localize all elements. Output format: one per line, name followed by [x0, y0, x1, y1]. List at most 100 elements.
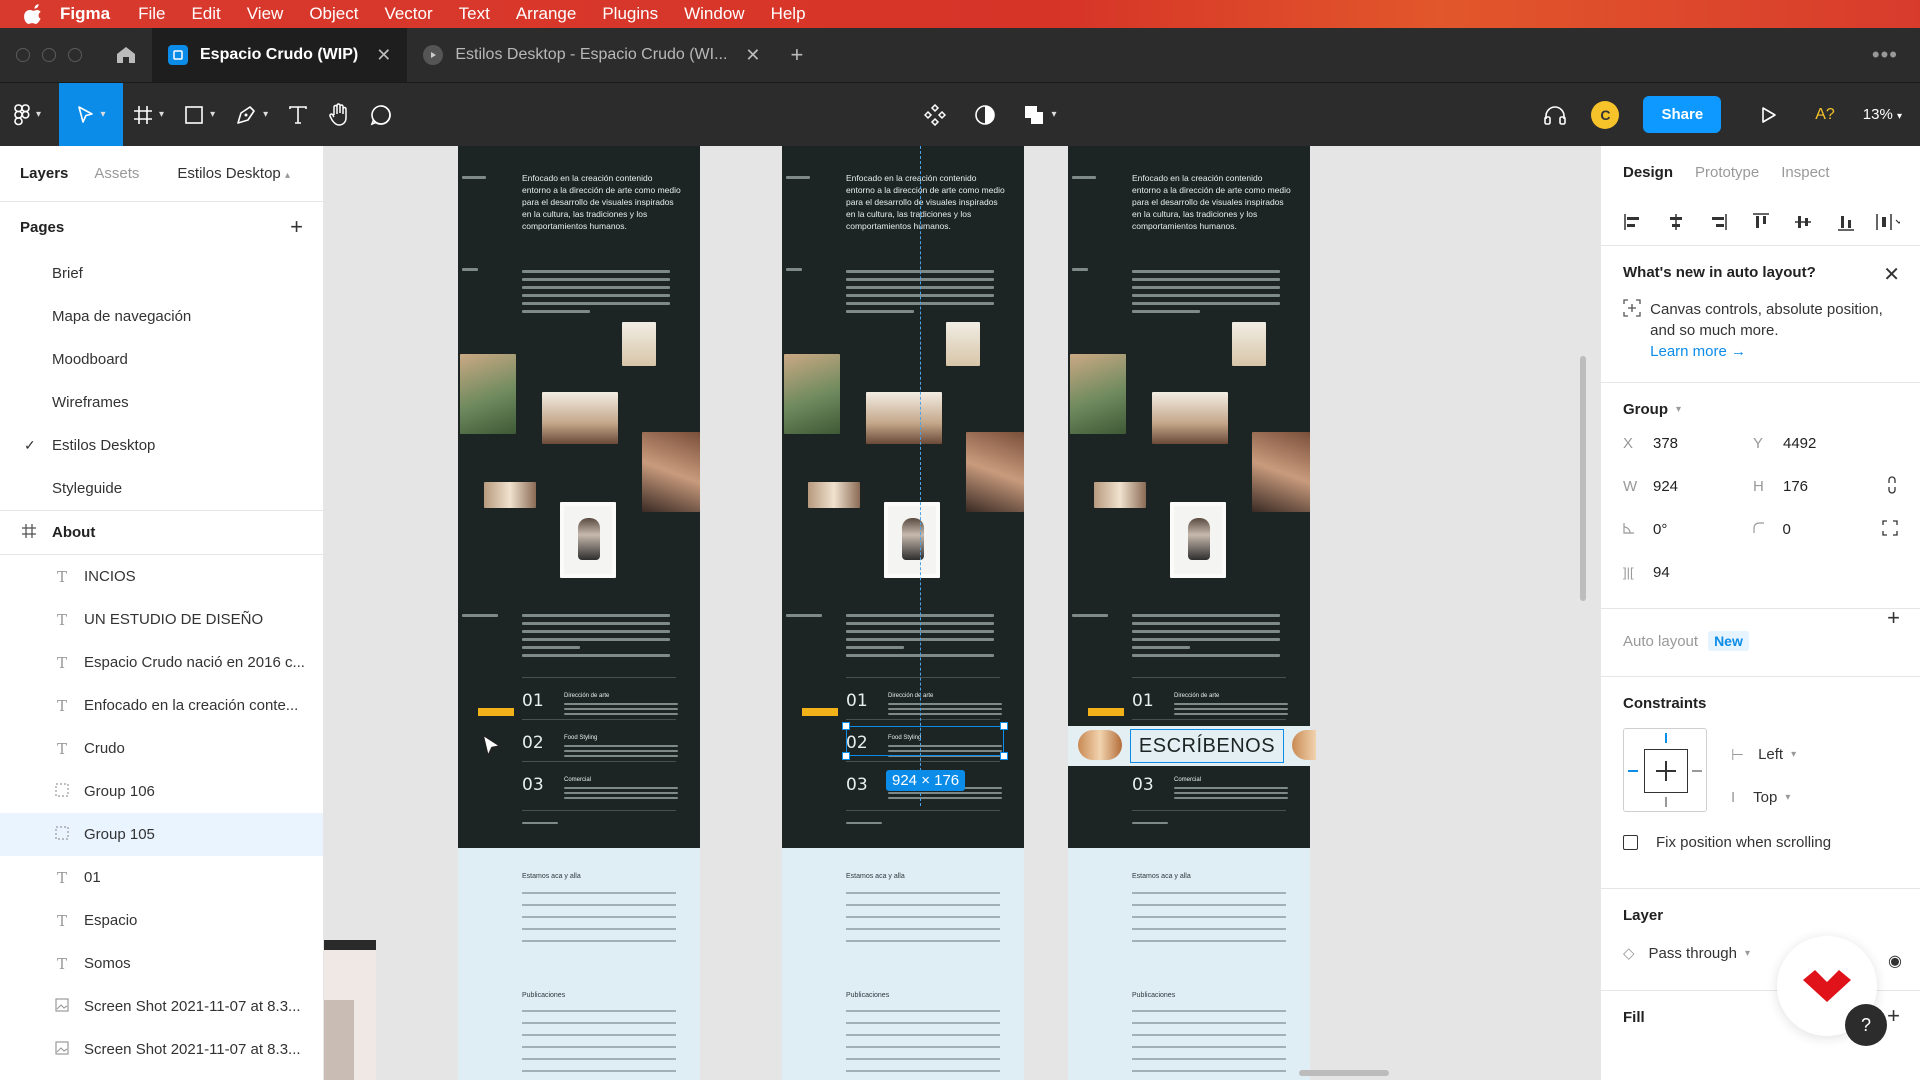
resize-handle[interactable]	[1000, 752, 1008, 760]
minimize-window-button[interactable]	[42, 48, 56, 62]
constraints-widget[interactable]	[1623, 728, 1707, 812]
resize-handle[interactable]	[1000, 722, 1008, 730]
page-item-brief[interactable]: Brief	[0, 252, 323, 295]
selection-box[interactable]	[846, 726, 1004, 756]
close-window-button[interactable]	[16, 48, 30, 62]
zoom-window-button[interactable]	[68, 48, 82, 62]
cta-button[interactable]: ESCRÍBENOS	[1130, 729, 1284, 763]
menu-figma[interactable]: Figma	[60, 4, 110, 24]
menu-object[interactable]: Object	[309, 4, 358, 24]
menu-text[interactable]: Text	[459, 4, 490, 24]
align-vertical-center-icon[interactable]	[1791, 210, 1815, 234]
home-button[interactable]	[100, 28, 152, 82]
boolean-button[interactable]: ▾	[1010, 83, 1070, 147]
horizontal-constraint-dropdown[interactable]: ⊢ Left ▾	[1731, 733, 1796, 776]
y-field[interactable]: Y 4492	[1753, 435, 1883, 452]
add-page-icon[interactable]: +	[290, 214, 303, 240]
tab-assets[interactable]: Assets	[94, 165, 139, 182]
fix-position-row[interactable]: Fix position when scrolling	[1623, 834, 1898, 851]
horizontal-scrollbar[interactable]	[1299, 1070, 1389, 1076]
align-horizontal-center-icon[interactable]	[1664, 210, 1688, 234]
add-fill-icon[interactable]: +	[1887, 1003, 1900, 1029]
menu-arrange[interactable]: Arrange	[516, 4, 576, 24]
layer-item[interactable]: T Somos	[0, 942, 323, 985]
menu-plugins[interactable]: Plugins	[602, 4, 658, 24]
audio-button[interactable]	[1533, 83, 1577, 147]
align-left-icon[interactable]	[1621, 210, 1645, 234]
radius-field[interactable]: 0	[1752, 521, 1883, 538]
layer-item[interactable]: Screen Shot 2021-11-07 at 8.3...	[0, 985, 323, 1028]
menu-edit[interactable]: Edit	[191, 4, 220, 24]
share-button[interactable]: Share	[1643, 96, 1722, 133]
close-icon[interactable]: ✕	[1883, 262, 1900, 287]
menu-help[interactable]: Help	[771, 4, 806, 24]
vertical-constraint-dropdown[interactable]: I Top ▾	[1731, 776, 1796, 819]
rotation-field[interactable]: 0°	[1623, 521, 1753, 538]
close-tab-icon[interactable]: ✕	[745, 45, 760, 66]
w-field[interactable]: W 924	[1623, 478, 1753, 495]
eye-icon[interactable]: ◉	[1888, 951, 1902, 971]
group-header[interactable]: Group ▾	[1623, 401, 1898, 418]
theme-button[interactable]	[960, 83, 1010, 147]
layer-item[interactable]: T Enfocado en la creación conte...	[0, 684, 323, 727]
layer-item[interactable]: T Crudo	[0, 727, 323, 770]
x-field[interactable]: X 378	[1623, 435, 1753, 452]
move-tool[interactable]: ▾	[59, 82, 124, 147]
new-tab-icon[interactable]: +	[791, 42, 804, 68]
tab-estilos-desktop[interactable]: Estilos Desktop - Espacio Crudo (WI... ✕	[407, 28, 776, 82]
tab-inspect[interactable]: Inspect	[1781, 164, 1829, 181]
help-button[interactable]: ?	[1845, 1004, 1887, 1046]
zoom-dropdown[interactable]: 13% ▾	[1863, 106, 1902, 123]
layer-item[interactable]: Group 106	[0, 770, 323, 813]
hand-tool[interactable]	[318, 83, 360, 147]
present-button[interactable]	[1751, 83, 1787, 147]
resize-handle[interactable]	[842, 752, 850, 760]
page-item-moodboard[interactable]: Moodboard	[0, 338, 323, 381]
spacing-field[interactable]: ]|[94	[1623, 564, 1753, 581]
layer-item[interactable]: Screen Shot 2021-11-07 at 8.3...	[0, 1028, 323, 1071]
close-tab-icon[interactable]: ✕	[376, 45, 391, 66]
canvas[interactable]: Enfocado en la creación contenido entorn…	[324, 146, 1600, 1080]
align-right-icon[interactable]	[1706, 210, 1730, 234]
independent-corners-icon[interactable]	[1882, 519, 1898, 540]
page-item-styleguide[interactable]: Styleguide	[0, 467, 323, 510]
more-options-icon[interactable]: •••	[1872, 42, 1898, 68]
learn-more-link[interactable]: Learn more →	[1650, 343, 1746, 360]
frame-tool[interactable]: ▾	[123, 83, 174, 147]
menu-vector[interactable]: Vector	[384, 4, 432, 24]
apple-menu-icon[interactable]	[24, 4, 44, 24]
page-item-wireframes[interactable]: Wireframes	[0, 381, 323, 424]
missing-fonts-button[interactable]: A?	[1815, 106, 1835, 124]
layer-item[interactable]: T Espacio	[0, 899, 323, 942]
vertical-scrollbar[interactable]	[1580, 356, 1586, 601]
comment-tool[interactable]	[360, 83, 402, 147]
layer-item[interactable]: T Espacio Crudo nació en 2016 c...	[0, 641, 323, 684]
tab-espacio-crudo[interactable]: Espacio Crudo (WIP) ✕	[152, 28, 408, 82]
layer-item[interactable]: PHOTO-2021-10-07-15-38-03 1	[0, 1071, 323, 1080]
page-item-estilos-desktop[interactable]: ✓ Estilos Desktop	[0, 424, 323, 467]
align-top-icon[interactable]	[1749, 210, 1773, 234]
tab-prototype[interactable]: Prototype	[1695, 164, 1759, 181]
page-item-mapa[interactable]: Mapa de navegación	[0, 295, 323, 338]
shape-tool[interactable]: ▾	[174, 83, 225, 147]
distribute-icon[interactable]	[1876, 210, 1900, 234]
fix-position-checkbox[interactable]	[1623, 835, 1638, 850]
align-bottom-icon[interactable]	[1834, 210, 1858, 234]
tab-layers[interactable]: Layers	[20, 165, 68, 182]
h-field[interactable]: H 176	[1753, 478, 1883, 495]
menu-view[interactable]: View	[247, 4, 284, 24]
constrain-proportions-icon[interactable]	[1886, 475, 1898, 498]
menu-file[interactable]: File	[138, 4, 165, 24]
layer-item[interactable]: T 01	[0, 856, 323, 899]
layer-item[interactable]: T UN ESTUDIO DE DISEÑO	[0, 598, 323, 641]
pen-tool[interactable]: ▾	[225, 83, 278, 147]
resize-handle[interactable]	[842, 722, 850, 730]
text-tool[interactable]	[278, 83, 318, 147]
menu-window[interactable]: Window	[684, 4, 744, 24]
tab-design[interactable]: Design	[1623, 164, 1673, 181]
main-menu-button[interactable]: ▾	[0, 83, 51, 147]
add-auto-layout-icon[interactable]: +	[1887, 605, 1900, 631]
components-button[interactable]	[910, 83, 960, 147]
avatar[interactable]: C	[1591, 100, 1620, 129]
page-selector[interactable]: Estilos Desktop ▴	[177, 165, 290, 182]
